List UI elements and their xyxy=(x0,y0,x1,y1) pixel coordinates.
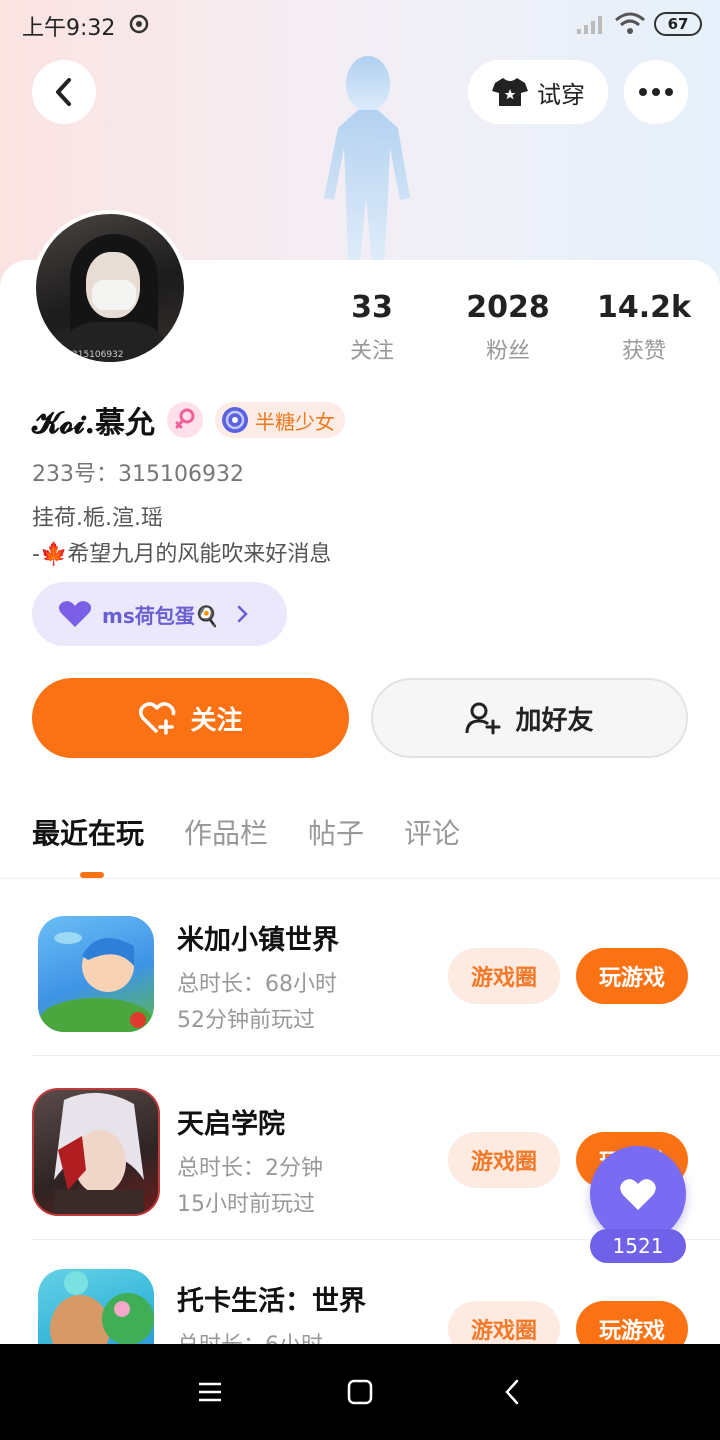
game-list-item[interactable]: 米加小镇世界 总时长：68小时 52分钟前玩过 游戏圈 玩游戏 xyxy=(0,880,720,1056)
title-badge-label: 半糖少女 xyxy=(255,409,336,434)
back-arrow-icon xyxy=(505,1379,519,1405)
status-time: 上午9:32 xyxy=(22,16,116,41)
tshirt-icon xyxy=(492,78,528,106)
add-friend-button[interactable]: 加好友 xyxy=(371,678,688,758)
name-row: 𝓚𝓸𝓲.慕允 半糖少女 xyxy=(32,398,346,442)
tab-posts[interactable]: 帖子 xyxy=(308,812,364,852)
follow-label: 关注 xyxy=(190,705,243,736)
group-name: ms荷包蛋🍳 xyxy=(102,603,220,628)
avatar-mask xyxy=(92,280,136,310)
back-button[interactable] xyxy=(32,60,96,124)
female-gender-icon xyxy=(167,402,204,438)
try-on-button[interactable]: 试穿 xyxy=(468,60,608,124)
avatar-watermark: 315106932 xyxy=(72,350,124,360)
stat-followers-value: 2028 xyxy=(466,290,550,325)
signal-icon xyxy=(577,16,602,34)
avatar-figure-hologram xyxy=(324,56,410,263)
stat-likes-value: 14.2k xyxy=(597,290,691,325)
menu-button[interactable] xyxy=(192,1376,228,1408)
status-bar: 上午9:32 67 xyxy=(0,0,720,50)
heart-plus-icon xyxy=(139,702,176,735)
game-icon-tianqi-academy xyxy=(32,1088,160,1216)
stat-followers[interactable]: 2028 粉丝 xyxy=(448,290,568,365)
game-duration: 总时长：68小时 xyxy=(177,972,337,997)
game-last-played: 52分钟前玩过 xyxy=(177,1008,315,1033)
row-divider xyxy=(32,1055,720,1056)
bio-line-1: 挂荷.栀.渲.瑶 xyxy=(32,506,163,531)
profile-tabs: 最近在玩 作品栏 帖子 评论 xyxy=(32,812,460,852)
chevron-left-icon xyxy=(56,78,71,106)
game-title: 天启学院 xyxy=(177,1109,285,1140)
home-button[interactable] xyxy=(342,1376,378,1408)
stat-likes[interactable]: 14.2k 获赞 xyxy=(584,290,704,365)
home-square-icon xyxy=(347,1379,373,1405)
game-icon-miga-town xyxy=(38,916,154,1032)
stat-following-value: 33 xyxy=(351,290,393,325)
stat-likes-label: 获赞 xyxy=(621,339,666,364)
bio-line-2: -🍁希望九月的风能吹来好消息 xyxy=(32,542,332,567)
try-on-label: 试穿 xyxy=(537,80,585,109)
profile-name: 𝓚𝓸𝓲.慕允 xyxy=(32,406,156,441)
follow-button[interactable]: 关注 xyxy=(32,678,349,758)
game-duration: 总时长：2分钟 xyxy=(177,1156,323,1181)
menu-icon xyxy=(199,1382,221,1402)
battery-indicator: 67 xyxy=(654,12,702,36)
game-title: 托卡生活：世界 xyxy=(177,1286,366,1317)
game-circle-button[interactable]: 游戏圈 xyxy=(448,948,560,1004)
stat-following-label: 关注 xyxy=(349,339,394,364)
system-back-button[interactable] xyxy=(494,1376,530,1408)
game-title: 米加小镇世界 xyxy=(177,925,339,956)
system-navigation-bar xyxy=(0,1344,720,1440)
tab-works[interactable]: 作品栏 xyxy=(184,812,268,852)
wifi-icon xyxy=(615,12,645,34)
user-id[interactable]: 233号：315106932 xyxy=(32,456,244,488)
notification-icon xyxy=(129,14,149,34)
tab-divider xyxy=(0,878,720,879)
more-options-button[interactable] xyxy=(624,60,688,124)
more-dots-icon xyxy=(639,88,673,96)
add-user-icon xyxy=(465,702,501,735)
purple-heart-icon xyxy=(58,601,92,627)
stat-followers-label: 粉丝 xyxy=(485,339,530,364)
badge-emblem-icon xyxy=(222,407,249,433)
title-badge[interactable]: 半糖少女 xyxy=(215,402,346,438)
game-last-played: 15小时前玩过 xyxy=(177,1192,315,1217)
like-count: 1521 xyxy=(590,1229,686,1263)
group-link[interactable]: ms荷包蛋🍳 xyxy=(32,582,287,646)
avatar[interactable]: 315106932 xyxy=(32,210,188,366)
stat-following[interactable]: 33 关注 xyxy=(312,290,432,365)
tab-recently-played[interactable]: 最近在玩 xyxy=(32,812,144,852)
floating-like-button[interactable] xyxy=(590,1146,686,1242)
tab-comments[interactable]: 评论 xyxy=(404,812,460,852)
chevron-right-icon xyxy=(237,605,248,623)
play-game-button[interactable]: 玩游戏 xyxy=(576,948,688,1004)
add-friend-label: 加好友 xyxy=(515,705,594,736)
game-circle-button[interactable]: 游戏圈 xyxy=(448,1132,560,1188)
heart-icon xyxy=(620,1179,656,1210)
